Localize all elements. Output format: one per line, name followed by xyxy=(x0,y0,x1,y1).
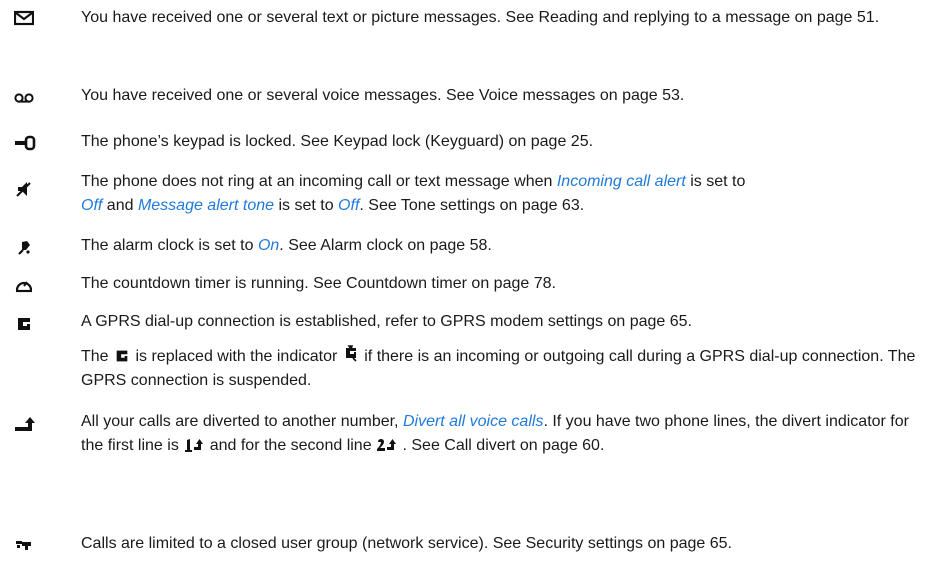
incoming-call-alert-link: Incoming call alert xyxy=(556,173,686,190)
divert-line-1-icon xyxy=(185,439,204,452)
alarm-clock-icon xyxy=(18,241,30,255)
voicemail-icon xyxy=(14,93,34,103)
entry-gprs-note: The is replaced with the indicator if th… xyxy=(81,344,933,393)
call-divert-icon xyxy=(15,417,35,431)
gprs-icon xyxy=(116,350,128,362)
gprs-suspended-icon xyxy=(345,345,357,362)
divert-all-voice-calls-link: Divert all voice calls xyxy=(402,413,544,430)
entry-voice-messages-text: You have received one or several voice m… xyxy=(81,87,685,104)
document-page: { "entries": [ { "icon": "envelope-icon"… xyxy=(0,0,948,563)
off-value-2: Off xyxy=(338,197,360,214)
entry-keypad-lock-text: The phone’s keypad is locked. See Keypad… xyxy=(81,133,594,150)
entry-alarm-clock-text: The alarm clock is set to On. See Alarm … xyxy=(81,237,492,254)
silent-speaker-icon xyxy=(16,182,31,197)
entry-gprs-text: A GPRS dial-up connection is established… xyxy=(81,313,692,330)
off-value: Off xyxy=(81,197,103,214)
gprs-icon xyxy=(18,318,30,330)
entry-call-divert-text: All your calls are diverted to another n… xyxy=(81,413,909,454)
closed-user-group-icon xyxy=(16,541,31,550)
on-value: On xyxy=(257,237,280,254)
key-icon xyxy=(15,135,36,151)
envelope-icon xyxy=(14,10,34,26)
entry-messages-text: You have received one or several text or… xyxy=(81,9,880,26)
entry-countdown-timer-text: The countdown timer is running. See Coun… xyxy=(81,275,556,292)
entry-closed-user-group-text: Calls are limited to a closed user group… xyxy=(81,535,732,552)
divert-line-2-icon xyxy=(377,439,397,451)
entry-silent-mode-text: The phone does not ring at an incoming c… xyxy=(81,173,746,214)
message-alert-tone-link: Message alert tone xyxy=(137,197,275,214)
countdown-timer-icon xyxy=(15,281,33,293)
